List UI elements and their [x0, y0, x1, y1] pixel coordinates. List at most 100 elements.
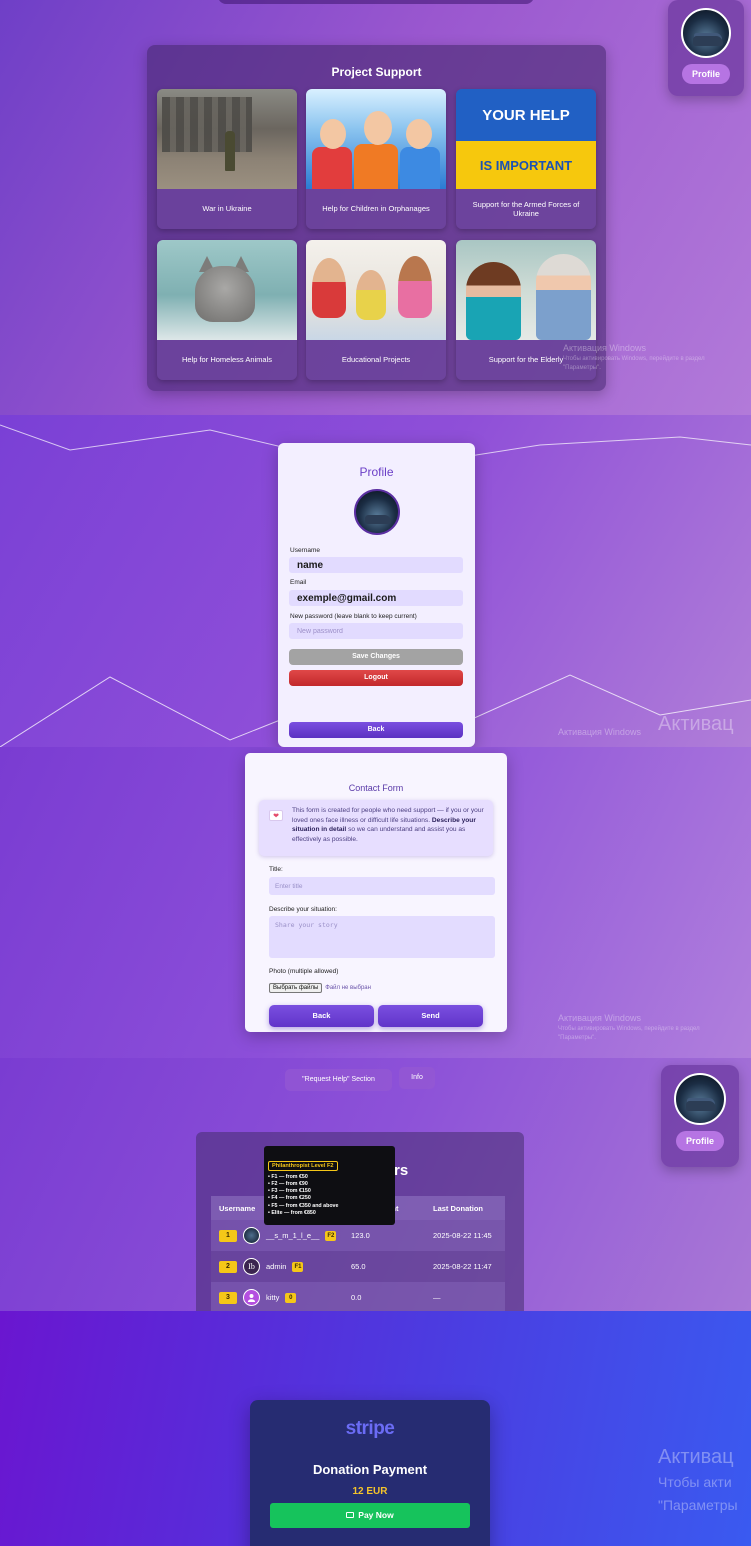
- logout-button[interactable]: Logout: [289, 670, 463, 686]
- total-amount: 123.0: [351, 1231, 370, 1240]
- total-amount: 65.0: [351, 1262, 366, 1271]
- info-text: This form is created for people who need…: [292, 807, 484, 843]
- windows-activation-watermark: Активация Windows: [558, 1013, 641, 1023]
- contact-form-title: Contact Form: [348, 783, 404, 793]
- back-button[interactable]: Back: [269, 1005, 374, 1027]
- card-icon: [346, 1511, 355, 1518]
- project-support-title: Project Support: [331, 65, 422, 79]
- kitten-photo: [157, 240, 297, 340]
- windows-activation-hint: "Параметры".: [558, 1035, 596, 1041]
- request-help-button[interactable]: "Request Help" Section: [285, 1069, 392, 1091]
- column-header: Last Donation: [433, 1203, 483, 1213]
- profile-widget: Profile: [661, 1065, 739, 1167]
- choose-files-button[interactable]: Выбрать файлы: [269, 983, 323, 993]
- windows-activation-watermark-large: Активац: [658, 1446, 734, 1468]
- level-list: • F1 — from €50 • F2 — from €90 • F3 — f…: [268, 1174, 391, 1217]
- username: __s_m_1_l_e__: [266, 1231, 320, 1240]
- user-avatar[interactable]: [674, 1073, 726, 1125]
- classroom-photo: [306, 240, 446, 340]
- last-donation: 2025-08-22 11:45: [433, 1231, 492, 1240]
- back-button[interactable]: Back: [289, 722, 463, 738]
- profile-card: Profile Username Email New password (lea…: [278, 443, 475, 747]
- card-children-orphanages[interactable]: Help for Children in Orphanages: [306, 89, 446, 229]
- info-notice: ❤ This form is created for people who ne…: [259, 800, 493, 856]
- card-educational-projects[interactable]: Educational Projects: [306, 240, 446, 380]
- contact-form-card: Contact Form ❤ This form is created for …: [245, 753, 507, 1032]
- windows-activation-hint: Чтобы активировать Windows, перейдите в …: [558, 1026, 700, 1032]
- file-status: Файл не выбран: [325, 985, 371, 991]
- war-photo: [157, 89, 297, 189]
- level-item: • F4 — from €250: [268, 1195, 311, 1202]
- title-label: Title:: [269, 866, 283, 873]
- photo-label: Photo (multiple allowed): [269, 968, 339, 975]
- new-password-input[interactable]: [289, 623, 463, 639]
- username-label: Username: [290, 547, 320, 554]
- last-donation: —: [433, 1293, 441, 1302]
- pay-now-button[interactable]: Pay Now: [270, 1503, 470, 1528]
- windows-activation-watermark: Активация Windows: [563, 343, 646, 353]
- card-label: Educational Projects: [341, 355, 411, 365]
- table-row: 2 Ib admin F1 65.0 2025-08-22 11:47: [211, 1251, 505, 1282]
- pay-now-label: Pay Now: [358, 1510, 394, 1520]
- payment-title: Donation Payment: [312, 1462, 428, 1477]
- project-support-panel: Project Support War in Ukraine Help for …: [147, 45, 606, 391]
- windows-activation-hint-large: "Параметры: [658, 1497, 738, 1513]
- banner-text-top: YOUR HELP: [482, 106, 570, 124]
- card-label: Help for Children in Orphanages: [322, 204, 430, 214]
- windows-activation-watermark: Активация Windows: [558, 727, 641, 737]
- level-tooltip: Philanthropist Level F2 • F1 — from €50 …: [264, 1146, 395, 1225]
- level-badge[interactable]: F1: [292, 1261, 304, 1272]
- card-homeless-animals[interactable]: Help for Homeless Animals: [157, 240, 297, 380]
- save-changes-button[interactable]: Save Changes: [289, 649, 463, 665]
- banner-text-bottom: IS IMPORTANT: [479, 157, 573, 173]
- card-war-in-ukraine[interactable]: War in Ukraine: [157, 89, 297, 229]
- card-label: Support for the Armed Forces of Ukraine: [472, 199, 580, 218]
- title-input[interactable]: [269, 877, 495, 895]
- file-picker: Выбрать файлы Файл не выбран: [269, 983, 371, 993]
- heart-icon: ❤: [269, 810, 283, 821]
- stripe-payment-section: stripe Donation Payment 12 EUR Pay Now А…: [0, 1311, 751, 1546]
- describe-textarea[interactable]: [269, 916, 495, 958]
- profile-button[interactable]: Profile: [676, 1131, 724, 1151]
- elderly-photo: [456, 240, 596, 340]
- info-button[interactable]: Info: [399, 1067, 435, 1089]
- profile-avatar[interactable]: [354, 489, 400, 535]
- username: admin: [266, 1262, 287, 1271]
- table-row: 3 kitty 0 0.0 —: [211, 1282, 505, 1311]
- username: kitty: [266, 1293, 280, 1302]
- rank-badge: 2: [219, 1260, 237, 1273]
- card-label: Help for Homeless Animals: [181, 355, 273, 365]
- payment-card: stripe Donation Payment 12 EUR Pay Now: [250, 1400, 490, 1546]
- level-item: • F3 — from €150: [268, 1188, 311, 1195]
- user-icon: [243, 1289, 260, 1306]
- profile-section: Profile Username Email New password (lea…: [0, 415, 751, 747]
- level-item: • F1 — from €50: [268, 1174, 308, 1180]
- children-photo: [306, 89, 446, 189]
- stripe-logo: stripe: [345, 1418, 395, 1439]
- total-amount: 0.0: [351, 1293, 362, 1302]
- payment-amount: 12 EUR: [352, 1486, 388, 1497]
- send-button[interactable]: Send: [378, 1005, 483, 1027]
- header-bar-fragment: [218, 0, 534, 4]
- project-support-section: Profile Project Support War in Ukraine H…: [0, 0, 751, 415]
- profile-button[interactable]: Profile: [682, 64, 730, 84]
- level-item: • F5 — from €350 and above: [268, 1202, 339, 1209]
- email-input[interactable]: [289, 590, 463, 606]
- user-avatar[interactable]: [681, 8, 731, 58]
- level-item: • Elite — from €850: [268, 1209, 316, 1216]
- level-item: • F2 — from €90: [268, 1181, 308, 1188]
- contact-section: Contact Form ❤ This form is created for …: [0, 747, 751, 1058]
- your-help-banner: YOUR HELP IS IMPORTANT: [456, 89, 596, 189]
- level-badge[interactable]: F2: [325, 1230, 337, 1241]
- describe-label: Describe your situation:: [269, 906, 337, 913]
- windows-activation-watermark-large: Активац: [658, 713, 734, 735]
- username-input[interactable]: [289, 557, 463, 573]
- last-donation: 2025-08-22 11:47: [433, 1262, 492, 1271]
- avatar: [243, 1227, 260, 1244]
- tooltip-title: Philanthropist Level F2: [268, 1161, 338, 1171]
- profile-title: Profile: [359, 465, 394, 479]
- email-label: Email: [290, 579, 307, 586]
- level-badge[interactable]: 0: [285, 1292, 297, 1303]
- card-armed-forces[interactable]: YOUR HELP IS IMPORTANT Support for the A…: [456, 89, 596, 229]
- new-password-label: New password (leave blank to keep curren…: [290, 613, 417, 620]
